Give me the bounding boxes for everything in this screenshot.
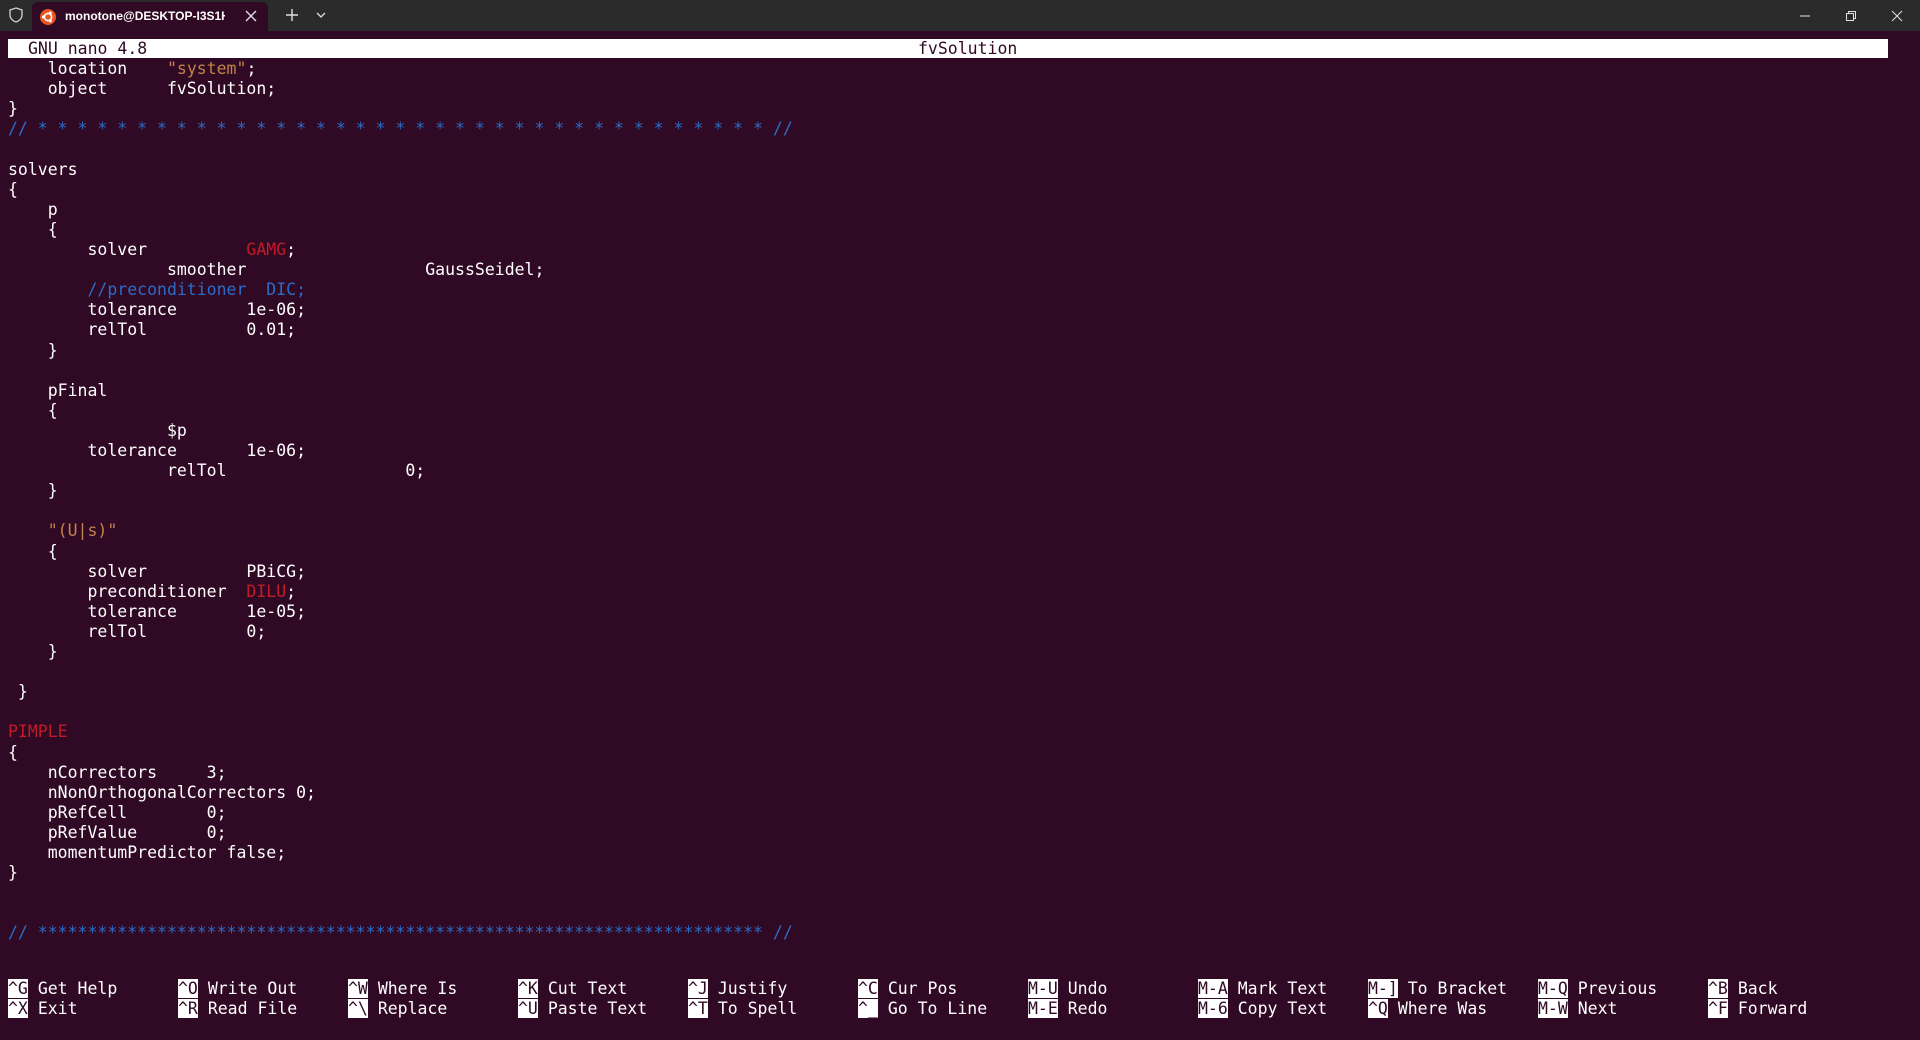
code-line: PIMPLE	[8, 722, 68, 742]
file-name: fvSolution	[918, 39, 1018, 58]
code-line: smoother GaussSeidel;	[8, 260, 545, 280]
shortcut-cut-text[interactable]: ^K Cut Text	[518, 979, 627, 999]
shortcut-exit[interactable]: ^X Exit	[8, 999, 78, 1019]
code-line: $p	[8, 420, 187, 440]
minimize-button[interactable]	[1782, 0, 1828, 31]
maximize-button[interactable]	[1828, 0, 1874, 31]
comment-line: // *************************************…	[8, 923, 793, 943]
code-line: location "system";	[8, 59, 257, 79]
shortcut-to-spell[interactable]: ^T To Spell	[688, 999, 797, 1019]
code-line: }	[8, 682, 28, 702]
tab-title: monotone@DESKTOP-I3S1HB…	[65, 9, 225, 23]
close-window-icon	[1891, 10, 1903, 21]
code-line: nCorrectors 3;	[8, 762, 227, 782]
code-line: pFinal	[8, 380, 108, 400]
code-line: object fvSolution;	[8, 79, 277, 99]
code-line: }	[8, 99, 18, 119]
maximize-icon	[1846, 10, 1856, 21]
comment-line: // * * * * * * * * * * * * * * * * * * *…	[8, 119, 793, 139]
code-line: solver PBiCG;	[8, 561, 307, 581]
shortcut-justify[interactable]: ^J Justify	[688, 979, 787, 999]
plus-icon[interactable]	[283, 6, 301, 24]
code-line: {	[8, 179, 18, 199]
code-line: {	[8, 541, 58, 561]
shortcut-write-out[interactable]: ^O Write Out	[178, 979, 297, 999]
shortcut-where-was[interactable]: ^Q Where Was	[1368, 999, 1487, 1019]
shortcut-copy-text[interactable]: M-6 Copy Text	[1198, 999, 1327, 1019]
code-line: solver GAMG;	[8, 240, 297, 259]
code-line: }	[8, 863, 18, 883]
ubuntu-icon	[40, 9, 56, 25]
terminal-titlebar: monotone@DESKTOP-I3S1HB…	[0, 0, 1920, 31]
shortcut-to-bracket[interactable]: M-] To Bracket	[1368, 979, 1507, 999]
shortcut-where-is[interactable]: ^W Where Is	[348, 979, 457, 999]
code-line: tolerance 1e-05;	[8, 601, 307, 621]
shortcut-redo[interactable]: M-E Redo	[1028, 999, 1108, 1019]
shortcut-back[interactable]: ^B Back	[1708, 979, 1778, 999]
comment-line: //preconditioner DIC;	[8, 280, 307, 300]
code-line: p	[8, 199, 58, 219]
shortcut-undo[interactable]: M-U Undo	[1028, 979, 1108, 999]
shortcut-read-file[interactable]: ^R Read File	[178, 999, 297, 1019]
code-line: pRefValue 0;	[8, 822, 227, 842]
nano-header-bar: GNU nano 4.8 fvSolution	[8, 39, 1888, 58]
close-icon[interactable]	[242, 7, 260, 25]
nano-version: GNU nano 4.8	[28, 39, 148, 58]
code-line: preconditioner DILU;	[8, 581, 297, 601]
code-line: }	[8, 642, 58, 661]
code-line: relTol 0;	[8, 461, 426, 481]
shield-icon[interactable]	[8, 7, 24, 23]
code-line: solvers	[8, 159, 78, 179]
code-line: momentumPredictor false;	[8, 843, 287, 862]
code-line: pRefCell 0;	[8, 802, 227, 822]
code-line: nNonOrthogonalCorrectors 0;	[8, 782, 316, 802]
shortcut-cur-pos[interactable]: ^C Cur Pos	[858, 979, 957, 999]
shortcut-replace[interactable]: ^\ Replace	[348, 999, 447, 1019]
shortcut-get-help[interactable]: ^G Get Help	[8, 979, 117, 999]
code-line: tolerance 1e-06;	[8, 441, 307, 460]
terminal-content[interactable]: GNU nano 4.8 fvSolution location "system…	[8, 39, 1912, 1029]
terminal-tab[interactable]: monotone@DESKTOP-I3S1HB…	[32, 2, 268, 31]
chevron-down-icon[interactable]	[314, 8, 328, 22]
code-line: tolerance 1e-06;	[8, 300, 307, 320]
code-line: "(U|s)"	[8, 521, 118, 541]
shortcut-paste-text[interactable]: ^U Paste Text	[518, 999, 647, 1019]
minimize-icon	[1800, 15, 1810, 16]
shortcut-mark-text[interactable]: M-A Mark Text	[1198, 979, 1327, 999]
shortcut-forward[interactable]: ^F Forward	[1708, 999, 1807, 1019]
shortcut-next[interactable]: M-W Next	[1538, 999, 1618, 1019]
close-window-button[interactable]	[1874, 0, 1920, 31]
code-line: {	[8, 400, 58, 420]
shortcut-go-to-line[interactable]: ^_ Go To Line	[858, 999, 987, 1019]
code-line: }	[8, 481, 58, 501]
shortcut-previous[interactable]: M-Q Previous	[1538, 979, 1657, 999]
code-line: }	[8, 340, 58, 360]
code-line: {	[8, 219, 58, 239]
code-line: relTol 0;	[8, 621, 267, 641]
code-line: {	[8, 742, 18, 762]
code-line: relTol 0.01;	[8, 320, 297, 340]
